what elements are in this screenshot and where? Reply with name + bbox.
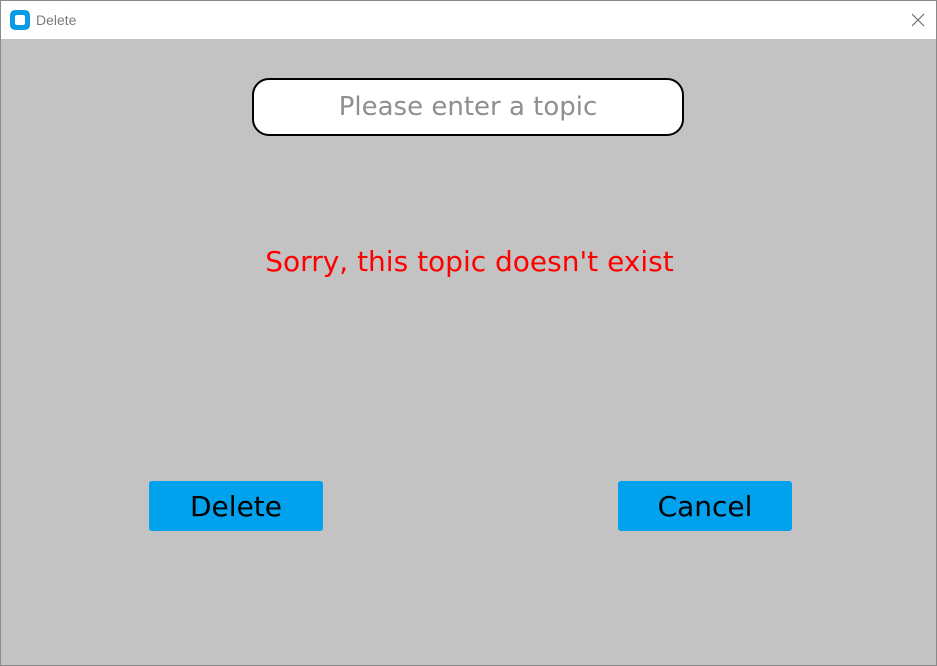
app-icon xyxy=(10,10,30,30)
delete-button[interactable]: Delete xyxy=(149,481,323,531)
topic-input[interactable] xyxy=(252,78,684,136)
delete-dialog-window: Delete Sorry, this topic doesn't exist D… xyxy=(0,0,937,666)
dialog-content: Sorry, this topic doesn't exist Delete C… xyxy=(1,39,936,665)
close-icon[interactable] xyxy=(907,9,929,31)
title-bar[interactable]: Delete xyxy=(1,1,936,39)
error-message: Sorry, this topic doesn't exist xyxy=(265,245,674,278)
cancel-button[interactable]: Cancel xyxy=(618,481,792,531)
window-title: Delete xyxy=(36,12,77,28)
